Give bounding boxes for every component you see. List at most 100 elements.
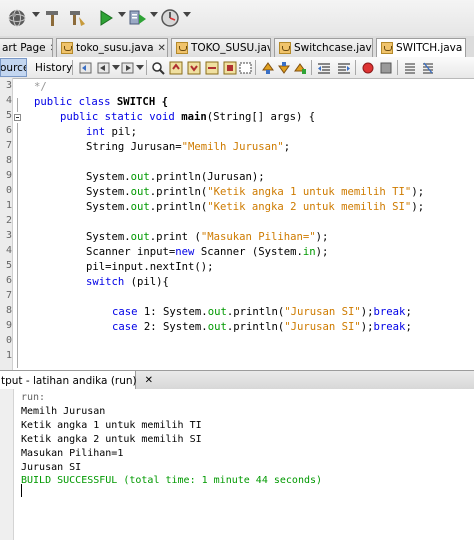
chevron-down-icon[interactable] xyxy=(150,12,158,17)
uncomment-icon[interactable] xyxy=(421,60,435,74)
code-line: public static void main(String[] args) { xyxy=(60,110,315,125)
keyword-token: case xyxy=(112,321,138,333)
method-name-token: main xyxy=(174,111,207,123)
java-file-icon xyxy=(381,42,393,54)
code-line: pil=input.nextInt(); xyxy=(86,260,214,275)
output-line: Memilh Jurusan xyxy=(21,406,106,417)
code-line: System.out.println("Ketik angka 2 untuk … xyxy=(86,200,424,215)
code-token: System. xyxy=(86,171,131,183)
string-token: "Ketik angka 1 untuk memilih TI" xyxy=(207,186,412,198)
code-token: .print ( xyxy=(149,231,201,243)
next-bookmark-icon[interactable] xyxy=(277,60,291,74)
chevron-down-icon[interactable] xyxy=(32,12,40,17)
field-token: out xyxy=(130,186,150,198)
stop-macro-recording-icon[interactable] xyxy=(379,60,393,74)
output-line: Ketik angka 2 untuk memilih SI xyxy=(21,434,202,445)
tab-toko-susu[interactable]: toko_susu.java ✕ xyxy=(56,38,168,57)
code-token: .println( xyxy=(226,321,285,333)
shift-line-left-icon[interactable] xyxy=(317,60,331,74)
code-line: int pil; xyxy=(86,125,137,140)
toggle-bookmark-icon[interactable] xyxy=(293,60,307,74)
code-line: System.out.print ("Masukan Pilihan="); xyxy=(86,230,328,245)
code-token: ; xyxy=(405,321,412,333)
history-tab[interactable]: History xyxy=(31,58,72,77)
code-line: public class SWITCH { xyxy=(34,95,168,110)
shift-line-right-icon[interactable] xyxy=(337,60,351,74)
toggle-highlight-icon[interactable] xyxy=(223,60,237,75)
output-tab[interactable]: tput - latihan andika (run) ✕ xyxy=(0,371,153,390)
tab-label: toko_susu.java xyxy=(76,42,154,54)
chevron-down-icon[interactable] xyxy=(112,65,120,70)
chevron-down-icon[interactable] xyxy=(136,65,144,70)
code-token: 2: System. xyxy=(137,321,208,333)
keyword-token: break xyxy=(373,306,406,318)
previous-bookmark-icon[interactable] xyxy=(261,60,275,74)
class-name-token: SWITCH { xyxy=(110,96,168,108)
code-token: .println( xyxy=(149,201,208,213)
profile-icon[interactable] xyxy=(159,7,181,29)
code-token: Scanner (System. xyxy=(194,246,303,258)
tab-switchcase[interactable]: Switchcase.java ✕ xyxy=(274,38,373,57)
globe-icon[interactable] xyxy=(6,7,28,29)
source-tab[interactable]: ource xyxy=(0,58,27,77)
keyword-token: case xyxy=(112,306,138,318)
tab-label: art Page xyxy=(2,42,46,54)
forward-icon[interactable] xyxy=(121,60,135,74)
fold-toggle-icon[interactable] xyxy=(14,114,21,121)
comment-icon[interactable] xyxy=(403,60,417,74)
code-line: */ xyxy=(34,80,47,95)
code-line: String Jurusan="Memilh Jurusan"; xyxy=(86,140,290,155)
code-token: ); xyxy=(411,201,425,213)
tab-label: TOKO_SUSU.java xyxy=(191,42,271,54)
close-icon[interactable]: ✕ xyxy=(145,375,153,386)
last-edit-icon[interactable] xyxy=(79,60,93,74)
hammer-icon[interactable] xyxy=(42,7,64,29)
fold-guide xyxy=(17,123,18,368)
field-token: out xyxy=(207,321,227,333)
keyword-token: public class xyxy=(34,96,111,108)
keyword-token: public static void xyxy=(60,111,175,123)
toggle-rectangular-selection-icon[interactable] xyxy=(239,60,253,74)
find-next-icon[interactable] xyxy=(187,60,201,75)
toolbar-separator xyxy=(255,60,256,75)
code-token: .println(Jurusan); xyxy=(149,171,265,183)
field-token: out xyxy=(207,306,227,318)
output-line: run: xyxy=(21,392,46,403)
code-token: .println( xyxy=(226,306,285,318)
code-token: ; xyxy=(283,141,291,153)
keyword-token: new xyxy=(175,246,195,258)
close-icon[interactable]: ✕ xyxy=(158,43,166,54)
fold-guide xyxy=(17,98,18,112)
string-token: "Jurusan SI" xyxy=(284,306,361,318)
code-line: System.out.println(Jurusan); xyxy=(86,170,265,185)
tab-toko-susu-upper[interactable]: TOKO_SUSU.java ✕ xyxy=(171,38,271,57)
source-tab-label: ource xyxy=(0,61,27,74)
code-line: case 2: System.out.println("Jurusan SI")… xyxy=(112,320,412,335)
code-token: ); xyxy=(360,321,374,333)
search-icon[interactable] xyxy=(151,60,165,75)
find-selection-icon[interactable] xyxy=(205,60,219,75)
code-editor[interactable]: */ public class SWITCH { public static v… xyxy=(0,78,474,370)
output-line: Masukan Pilihan=1 xyxy=(21,448,124,459)
tab-start-page[interactable]: art Page ✕ xyxy=(0,38,53,57)
clean-build-icon[interactable] xyxy=(66,7,88,29)
code-line: Scanner input=new Scanner (System.in); xyxy=(86,245,328,260)
output-gutter xyxy=(0,389,14,540)
chevron-down-icon[interactable] xyxy=(118,12,126,17)
output-panel[interactable]: run: Memilh Jurusan Ketik angka 1 untuk … xyxy=(0,389,474,540)
keyword-token: break xyxy=(373,321,406,333)
code-token: System. xyxy=(86,186,131,198)
close-icon[interactable]: ✕ xyxy=(50,43,52,54)
debug-icon[interactable] xyxy=(127,7,149,29)
code-line: case 1: System.out.println("Jurusan SI")… xyxy=(112,305,412,320)
string-token: "Jurusan SI" xyxy=(284,321,361,333)
back-icon[interactable] xyxy=(97,60,111,74)
tab-switch[interactable]: SWITCH.java ✕ xyxy=(376,38,466,57)
run-icon[interactable] xyxy=(95,7,117,29)
start-macro-recording-icon[interactable] xyxy=(361,60,375,74)
find-previous-icon[interactable] xyxy=(169,60,183,75)
code-token: 1: System. xyxy=(137,306,208,318)
chevron-down-icon[interactable] xyxy=(183,12,191,17)
editor-toolbar: ource History xyxy=(0,57,474,79)
code-token: ); xyxy=(315,246,329,258)
